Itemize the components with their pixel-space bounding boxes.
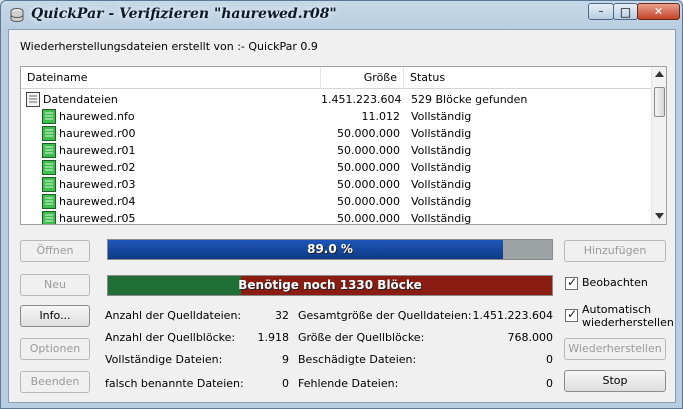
- file-size: 50.000.000: [337, 178, 400, 191]
- green-file-icon: [42, 109, 56, 124]
- file-list[interactable]: Dateiname Größe Status Datendateien 1.45…: [20, 66, 667, 225]
- file-name: haurewed.r01: [59, 144, 136, 157]
- checkmark-icon: ✓: [567, 275, 578, 289]
- data-files-icon: [26, 92, 40, 107]
- list-item[interactable]: haurewed.nfo 11.012 Vollständig: [21, 108, 651, 125]
- file-size: 1.451.223.604: [321, 93, 402, 106]
- maximize-button[interactable]: □: [613, 3, 638, 20]
- source-blocks-value: 1.918: [257, 331, 290, 344]
- column-header-name[interactable]: Dateiname: [21, 67, 321, 89]
- block-size-value: 768.000: [507, 331, 554, 344]
- file-status: Vollständig: [411, 212, 472, 225]
- file-name: haurewed.nfo: [59, 110, 135, 123]
- file-size: 11.012: [361, 110, 401, 123]
- total-size-label: Gesamtgröße der Quelldateien:: [298, 309, 472, 322]
- open-button[interactable]: Öffnen: [20, 240, 90, 262]
- file-name: Datendateien: [43, 93, 118, 106]
- damaged-files-label: Beschädigte Dateien:: [298, 353, 417, 366]
- window-title: QuickPar - Verifizieren "haurewed.r08": [31, 6, 337, 22]
- auto-repair-label-line1: Automatisch: [582, 303, 652, 316]
- dialog-client-area: Wiederherstellungsdateien erstellt von :…: [8, 29, 676, 403]
- add-button[interactable]: Hinzufügen: [564, 240, 666, 262]
- file-status: Vollständig: [411, 127, 472, 140]
- misnamed-files-label: falsch benannte Dateien:: [105, 377, 244, 390]
- green-file-icon: [42, 143, 56, 158]
- green-file-icon: [42, 211, 56, 224]
- close-icon: ✕: [653, 5, 664, 18]
- watch-label: Beobachten: [582, 276, 648, 289]
- auto-repair-checkbox[interactable]: ✓: [565, 307, 578, 322]
- column-header-size[interactable]: Größe: [321, 67, 404, 89]
- list-item[interactable]: haurewed.r03 50.000.000 Vollständig: [21, 176, 651, 193]
- green-file-icon: [42, 177, 56, 192]
- file-list-header: Dateiname Größe Status: [21, 67, 651, 89]
- scroll-thumb[interactable]: [654, 87, 665, 117]
- file-size: 50.000.000: [337, 127, 400, 140]
- file-name: haurewed.r03: [59, 178, 136, 191]
- minimize-icon: –: [598, 5, 604, 17]
- watch-checkbox[interactable]: ✓: [565, 275, 578, 290]
- auto-repair-label-line2: wiederherstellen: [582, 316, 674, 329]
- missing-files-value: 0: [546, 377, 553, 390]
- file-status: Vollständig: [411, 178, 472, 191]
- list-item[interactable]: haurewed.r04 50.000.000 Vollständig: [21, 193, 651, 210]
- maximize-icon: □: [619, 4, 632, 19]
- main-window: QuickPar - Verifizieren "haurewed.r08" –…: [0, 0, 683, 409]
- info-button[interactable]: Info...: [20, 305, 90, 327]
- list-item[interactable]: haurewed.r02 50.000.000 Vollständig: [21, 159, 651, 176]
- list-item[interactable]: haurewed.r00 50.000.000 Vollständig: [21, 125, 651, 142]
- verify-progress-text: 89.0 %: [307, 242, 353, 256]
- file-status: Vollständig: [411, 144, 472, 157]
- file-status: Vollständig: [411, 110, 472, 123]
- file-name: haurewed.r02: [59, 161, 136, 174]
- missing-files-label: Fehlende Dateien:: [298, 377, 399, 390]
- damaged-files-value: 0: [546, 353, 553, 366]
- new-button[interactable]: Neu: [20, 274, 90, 296]
- complete-files-label: Vollständige Dateien:: [105, 353, 223, 366]
- close-button[interactable]: ✕: [637, 3, 680, 20]
- verify-progress-bar: 89.0 %: [107, 239, 553, 260]
- file-size: 50.000.000: [337, 161, 400, 174]
- scroll-up-icon[interactable]: [655, 71, 664, 77]
- file-status: Vollständig: [411, 161, 472, 174]
- file-name: haurewed.r05: [59, 212, 136, 225]
- options-button[interactable]: Optionen: [20, 338, 90, 360]
- blocks-needed-bar: Benötige noch 1330 Blöcke: [107, 275, 553, 296]
- source-blocks-label: Anzahl der Quellblöcke:: [105, 331, 236, 344]
- exit-button[interactable]: Beenden: [20, 371, 90, 393]
- quickpar-app-icon: [10, 8, 24, 23]
- minimize-button[interactable]: –: [588, 3, 614, 20]
- file-name: haurewed.r04: [59, 195, 136, 208]
- file-size: 50.000.000: [337, 195, 400, 208]
- created-by-text: Wiederherstellungsdateien erstellt von :…: [20, 40, 318, 53]
- file-size: 50.000.000: [337, 212, 400, 225]
- repair-button[interactable]: Wiederherstellen: [564, 338, 666, 360]
- list-item[interactable]: Datendateien 1.451.223.604 529 Blöcke ge…: [21, 91, 651, 108]
- green-file-icon: [42, 160, 56, 175]
- list-item[interactable]: haurewed.r01 50.000.000 Vollständig: [21, 142, 651, 159]
- source-files-label: Anzahl der Quelldateien:: [105, 309, 242, 322]
- list-item[interactable]: haurewed.r05 50.000.000 Vollständig: [21, 210, 651, 225]
- file-list-scrollbar[interactable]: [651, 67, 666, 224]
- file-name: haurewed.r00: [59, 127, 136, 140]
- source-files-value: 32: [275, 309, 289, 322]
- total-size-value: 1.451.223.604: [472, 309, 553, 322]
- checkmark-icon: ✓: [567, 307, 578, 321]
- green-file-icon: [42, 126, 56, 141]
- column-header-status[interactable]: Status: [404, 67, 651, 89]
- blocks-needed-text: Benötige noch 1330 Blöcke: [238, 278, 422, 292]
- block-size-label: Größe der Quellblöcke:: [298, 331, 425, 344]
- complete-files-value: 9: [282, 353, 289, 366]
- scroll-down-icon[interactable]: [655, 213, 664, 219]
- misnamed-files-value: 0: [282, 377, 289, 390]
- file-status: 529 Blöcke gefunden: [411, 93, 528, 106]
- file-status: Vollständig: [411, 195, 472, 208]
- green-file-icon: [42, 194, 56, 209]
- stop-button[interactable]: Stop: [564, 370, 666, 392]
- title-bar[interactable]: QuickPar - Verifizieren "haurewed.r08" –…: [1, 1, 682, 29]
- file-size: 50.000.000: [337, 144, 400, 157]
